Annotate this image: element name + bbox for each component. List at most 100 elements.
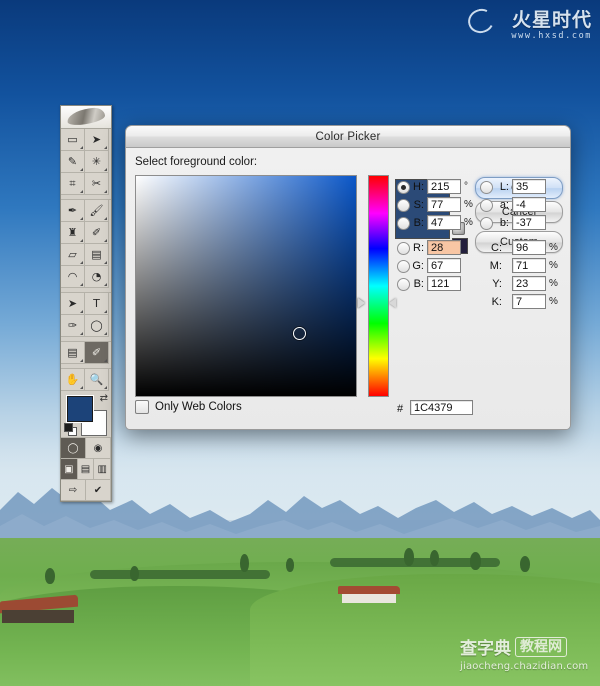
confirm-tool[interactable]: ✔ xyxy=(86,480,111,501)
type-tool[interactable]: T xyxy=(85,293,109,315)
radio-l[interactable] xyxy=(480,181,493,194)
ellipse-shape-tool[interactable]: ◯ xyxy=(85,315,109,337)
radio-s[interactable] xyxy=(397,199,410,212)
input-k[interactable]: 7 xyxy=(512,294,546,309)
radio-b2[interactable] xyxy=(397,278,410,291)
blur-tool[interactable]: ◠ xyxy=(61,266,85,288)
label-c: C: xyxy=(491,242,502,254)
gradient-tool[interactable]: ▤ xyxy=(85,244,109,266)
hand-tool[interactable]: ✋ xyxy=(61,369,85,391)
swap-colors-icon[interactable]: ⇄ xyxy=(100,393,108,404)
path-selection-tool[interactable]: ➤ xyxy=(61,293,85,315)
dialog-title: Color Picker xyxy=(315,130,381,143)
radio-g[interactable] xyxy=(397,260,410,273)
standard-mask-mode[interactable]: ◯ xyxy=(61,438,86,459)
color-swatches[interactable]: ⇄ xyxy=(61,391,111,438)
unit-y: % xyxy=(549,278,558,289)
input-b[interactable]: -37 xyxy=(512,215,546,230)
label-b: b: xyxy=(499,217,509,229)
foreground-color-swatch[interactable] xyxy=(67,396,93,422)
field-color-marker[interactable] xyxy=(293,326,307,340)
tool-flyout-indicator xyxy=(80,283,83,286)
saturation-brightness-field[interactable] xyxy=(135,175,357,397)
input-a[interactable]: -4 xyxy=(512,197,546,212)
jump-row[interactable]: ⇨ ✔ xyxy=(61,480,111,501)
notes-tool[interactable]: ▤ xyxy=(61,342,85,364)
tree xyxy=(470,552,481,570)
unit-m: % xyxy=(549,260,558,271)
input-c[interactable]: 96 xyxy=(512,240,546,255)
toolbar-drag-handle[interactable] xyxy=(61,106,111,129)
tools-grid[interactable]: ▭ ➤ ✎ ✳ ⌗ ✂ ✒ 🖌 ♜ ✐ ▱ ▤ ◠ ◔ ➤ T ✑ ◯ ▤ ✐ ✋ 🔍 xyxy=(61,129,111,391)
only-web-colors-label: Only Web Colors xyxy=(155,401,242,413)
tool-flyout-indicator xyxy=(80,168,83,171)
quick-mask-mode[interactable]: ◉ xyxy=(86,438,111,459)
hue-slider[interactable] xyxy=(368,175,389,397)
brush-tool-glyph: 🖌 xyxy=(89,204,104,217)
full-screen-mode[interactable]: ▥ xyxy=(94,459,112,480)
label-g: G: xyxy=(412,260,424,272)
tool-flyout-indicator xyxy=(80,261,83,264)
tool-flyout-indicator xyxy=(80,310,83,313)
input-r[interactable]: 28 xyxy=(427,240,461,255)
gradient-tool-glyph: ▤ xyxy=(91,248,102,261)
tool-flyout-indicator xyxy=(104,239,107,242)
eyedropper-tool[interactable]: ✐ xyxy=(85,342,109,364)
radio-h[interactable] xyxy=(397,181,410,194)
input-s[interactable]: 77 xyxy=(427,197,461,212)
radio-b[interactable] xyxy=(480,217,493,230)
slice-tool[interactable]: ✂ xyxy=(85,173,109,195)
zoom-tool[interactable]: 🔍 xyxy=(85,369,109,391)
radio-a[interactable] xyxy=(480,199,493,212)
hue-slider-marker-right-icon[interactable] xyxy=(389,297,396,308)
magic-wand-tool[interactable]: ✳ xyxy=(85,151,109,173)
dodge-tool-glyph: ◔ xyxy=(91,270,102,283)
history-brush-tool[interactable]: ✐ xyxy=(85,222,109,244)
only-web-colors-checkbox[interactable]: Only Web Colors xyxy=(135,400,242,414)
input-b[interactable]: 47 xyxy=(427,215,461,230)
marquee-tool[interactable]: ▭ xyxy=(61,129,85,151)
brush-tool[interactable]: 🖌 xyxy=(85,200,109,222)
dialog-titlebar[interactable]: Color Picker xyxy=(126,126,570,148)
tree xyxy=(45,568,55,584)
jump-to-imageready[interactable]: ⇨ xyxy=(61,480,86,501)
eraser-tool-glyph: ▱ xyxy=(68,248,77,261)
default-colors-icon[interactable] xyxy=(64,423,77,436)
photoshop-toolbar[interactable]: ▭ ➤ ✎ ✳ ⌗ ✂ ✒ 🖌 ♜ ✐ ▱ ▤ ◠ ◔ ➤ T ✑ ◯ ▤ ✐ ✋ 🔍 ⇄ ◯ ◉ ▣ ▤ ▥ ⇨ ✔ xyxy=(60,105,112,502)
slice-tool-glyph: ✂ xyxy=(91,177,102,190)
pen-tool[interactable]: ✑ xyxy=(61,315,85,337)
full-screen-menubar-mode[interactable]: ▤ xyxy=(77,459,95,480)
label-b2: B: xyxy=(413,278,424,290)
healing-brush-tool[interactable]: ✒ xyxy=(61,200,85,222)
radio-r[interactable] xyxy=(397,242,410,255)
tree xyxy=(130,566,139,581)
input-b2[interactable]: 121 xyxy=(427,276,461,291)
crop-tool[interactable]: ⌗ xyxy=(61,173,85,195)
mask-mode-row[interactable]: ◯ ◉ xyxy=(61,438,111,459)
input-h[interactable]: 215 xyxy=(427,179,461,194)
radio-b[interactable] xyxy=(397,217,410,230)
label-a: a: xyxy=(499,199,509,211)
tool-flyout-indicator xyxy=(104,386,107,389)
label-b: B: xyxy=(413,217,424,229)
tool-flyout-indicator xyxy=(80,146,83,149)
checkbox-box[interactable] xyxy=(135,400,149,414)
move-tool[interactable]: ➤ xyxy=(85,129,109,151)
eraser-tool[interactable]: ▱ xyxy=(61,244,85,266)
screen-mode-row[interactable]: ▣ ▤ ▥ xyxy=(61,459,112,480)
tool-flyout-indicator xyxy=(104,146,107,149)
feather-icon xyxy=(66,106,106,127)
input-m[interactable]: 71 xyxy=(512,258,546,273)
color-picker-dialog[interactable]: Color Picker Select foreground color: OK… xyxy=(125,125,571,430)
clone-stamp-tool[interactable]: ♜ xyxy=(61,222,85,244)
dodge-tool[interactable]: ◔ xyxy=(85,266,109,288)
marquee-tool-glyph: ▭ xyxy=(67,133,78,146)
input-g[interactable]: 67 xyxy=(427,258,461,273)
lasso-tool[interactable]: ✎ xyxy=(61,151,85,173)
standard-screen-mode[interactable]: ▣ xyxy=(61,459,78,480)
type-tool-glyph: T xyxy=(93,297,100,310)
input-l[interactable]: 35 xyxy=(512,179,546,194)
hex-input[interactable]: 1C4379 xyxy=(410,400,473,415)
hue-slider-marker-left-icon[interactable] xyxy=(358,297,365,308)
input-y[interactable]: 23 xyxy=(512,276,546,291)
